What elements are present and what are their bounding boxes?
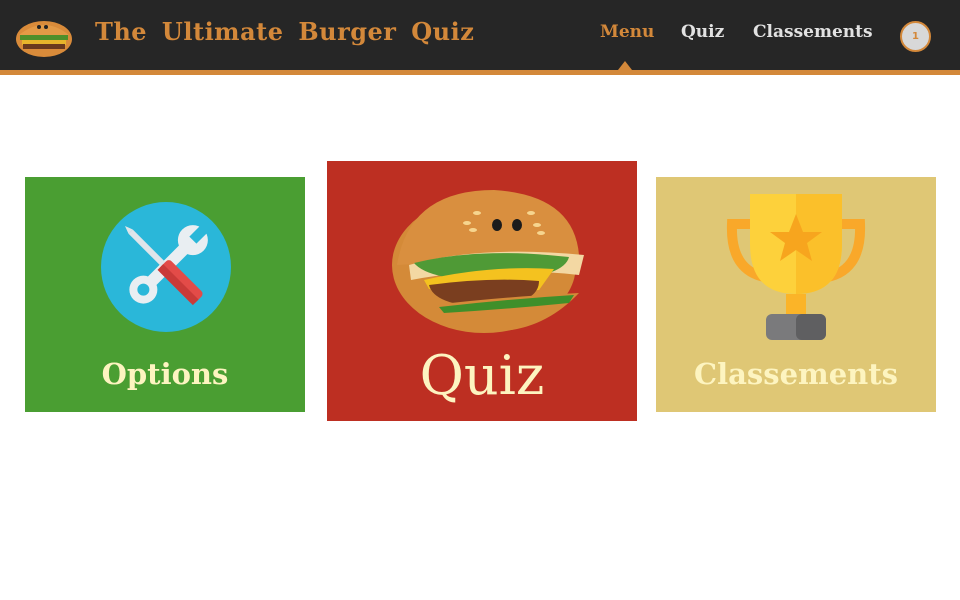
nav-classements[interactable]: Classements xyxy=(753,22,873,42)
nav-menu[interactable]: Menu xyxy=(600,22,654,42)
burger-logo-icon[interactable] xyxy=(14,13,74,59)
options-tile[interactable]: Options xyxy=(25,177,305,412)
classements-label: Classements xyxy=(694,357,898,391)
options-label: Options xyxy=(101,357,229,391)
top-navigation-bar: The Ultimate Burger Quiz Menu Quiz Class… xyxy=(0,0,960,75)
quiz-label: Quiz xyxy=(419,344,545,407)
classements-tile[interactable]: Classements xyxy=(656,177,936,412)
nav-quiz[interactable]: Quiz xyxy=(681,22,724,42)
site-title[interactable]: The Ultimate Burger Quiz xyxy=(95,17,474,46)
tools-icon xyxy=(101,202,231,332)
user-badge[interactable]: 1 xyxy=(900,21,931,52)
burger-icon xyxy=(392,190,584,333)
quiz-tile[interactable]: Quiz xyxy=(327,161,637,421)
trophy-icon xyxy=(726,194,866,340)
active-nav-indicator xyxy=(618,61,632,70)
